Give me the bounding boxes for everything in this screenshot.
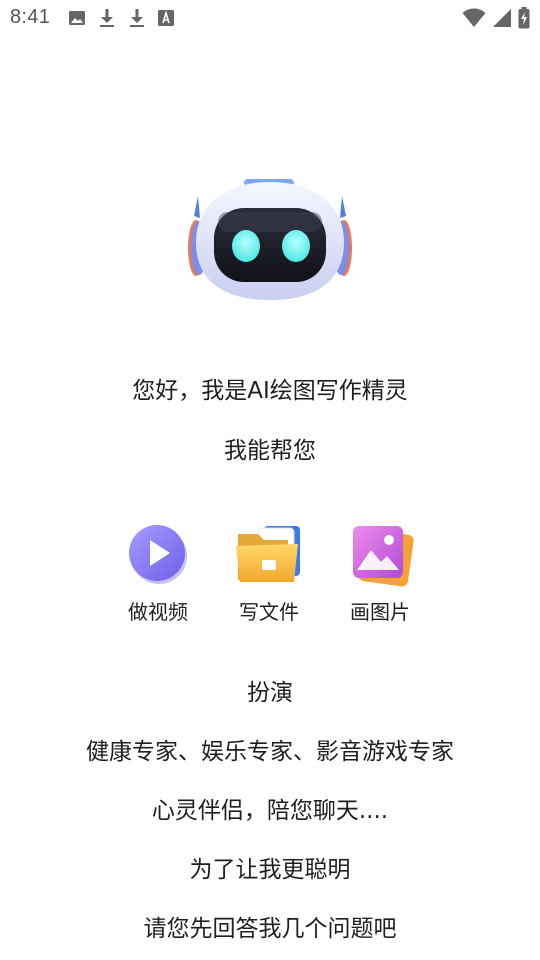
status-time: 8:41 <box>10 6 51 28</box>
battery-charging-icon <box>518 7 530 29</box>
feature-make-video[interactable]: 做视频 <box>103 520 213 625</box>
roleplay-title: 扮演 <box>247 680 293 706</box>
feature-label: 画图片 <box>350 600 410 624</box>
font-a-icon <box>158 10 174 26</box>
wifi-icon <box>462 8 486 28</box>
play-video-icon <box>123 520 193 588</box>
image-icon <box>68 9 86 27</box>
can-help-text: 我能帮您 <box>224 438 316 464</box>
feature-draw-picture[interactable]: 画图片 <box>325 520 435 625</box>
folder-icon <box>234 520 304 588</box>
robot-mascot <box>186 176 354 306</box>
smarter-text: 为了让我更聪明 <box>189 857 351 883</box>
download-icon <box>128 8 146 28</box>
greeting-text: 您好，我是AI绘图写作精灵 <box>132 378 408 404</box>
download-icon <box>98 8 116 28</box>
companion-text: 心灵伴侣，陪您聊天.... <box>151 798 389 824</box>
questions-prompt: 请您先回答我几个问题吧 <box>143 916 397 942</box>
system-icons <box>462 7 530 29</box>
notification-icons <box>68 8 174 28</box>
feature-label: 做视频 <box>128 600 188 624</box>
status-bar: 8:41 <box>0 0 540 36</box>
feature-write-file[interactable]: 写文件 <box>214 520 324 625</box>
feature-label: 写文件 <box>239 600 299 624</box>
signal-icon <box>492 8 512 28</box>
picture-icon <box>345 520 415 588</box>
roleplay-roles: 健康专家、娱乐专家、影音游戏专家 <box>86 739 454 765</box>
